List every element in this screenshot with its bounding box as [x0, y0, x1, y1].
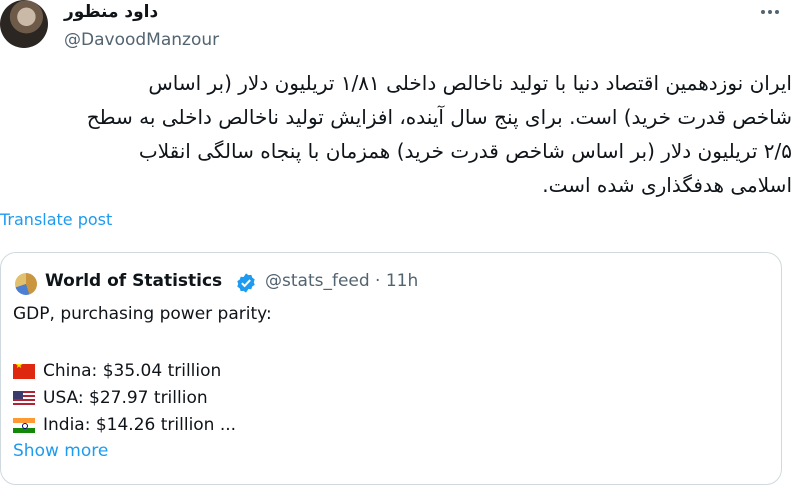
- translate-post-link[interactable]: Translate post: [0, 210, 112, 229]
- more-options-icon[interactable]: [756, 0, 784, 24]
- show-more-link[interactable]: Show more: [13, 441, 108, 461]
- post-text-line: شاخص قدرت خرید) است. برای پنج سال آینده،…: [86, 105, 792, 129]
- quote-author-handle[interactable]: @stats_feed · 11h: [265, 271, 418, 291]
- quoted-post-card[interactable]: World of Statistics @stats_feed · 11h GD…: [0, 252, 782, 485]
- usa-flag-icon: [13, 390, 35, 406]
- post-text: ایران نوزدهمین اقتصاد دنیا با تولید ناخا…: [0, 66, 792, 202]
- verified-badge-icon: [237, 273, 255, 293]
- list-item-text: India: $14.26 trillion ...: [43, 415, 237, 435]
- list-item: India: $14.26 trillion ...: [13, 415, 236, 435]
- author-name[interactable]: داود منظور: [64, 2, 158, 22]
- quote-author-avatar[interactable]: [15, 273, 37, 295]
- post-text-line: ۲/۵ تریلیون دلار (بر اساس شاخص قدرت خرید…: [138, 139, 792, 163]
- list-item-text: China: $35.04 trillion: [43, 361, 222, 381]
- post-text-line: اسلامی هدفگذاری شده است.: [542, 173, 792, 197]
- list-item: USA: $27.97 trillion: [13, 388, 208, 408]
- list-item-text: USA: $27.97 trillion: [43, 388, 208, 408]
- quote-headline: GDP, purchasing power parity:: [13, 304, 272, 324]
- post-text-line: ایران نوزدهمین اقتصاد دنیا با تولید ناخا…: [148, 71, 792, 95]
- author-avatar[interactable]: [0, 0, 48, 48]
- author-handle[interactable]: @DavoodManzour: [64, 30, 219, 50]
- list-item: China: $35.04 trillion: [13, 361, 221, 381]
- quote-author-name[interactable]: World of Statistics: [45, 271, 222, 291]
- india-flag-icon: [13, 417, 35, 433]
- china-flag-icon: [13, 363, 35, 379]
